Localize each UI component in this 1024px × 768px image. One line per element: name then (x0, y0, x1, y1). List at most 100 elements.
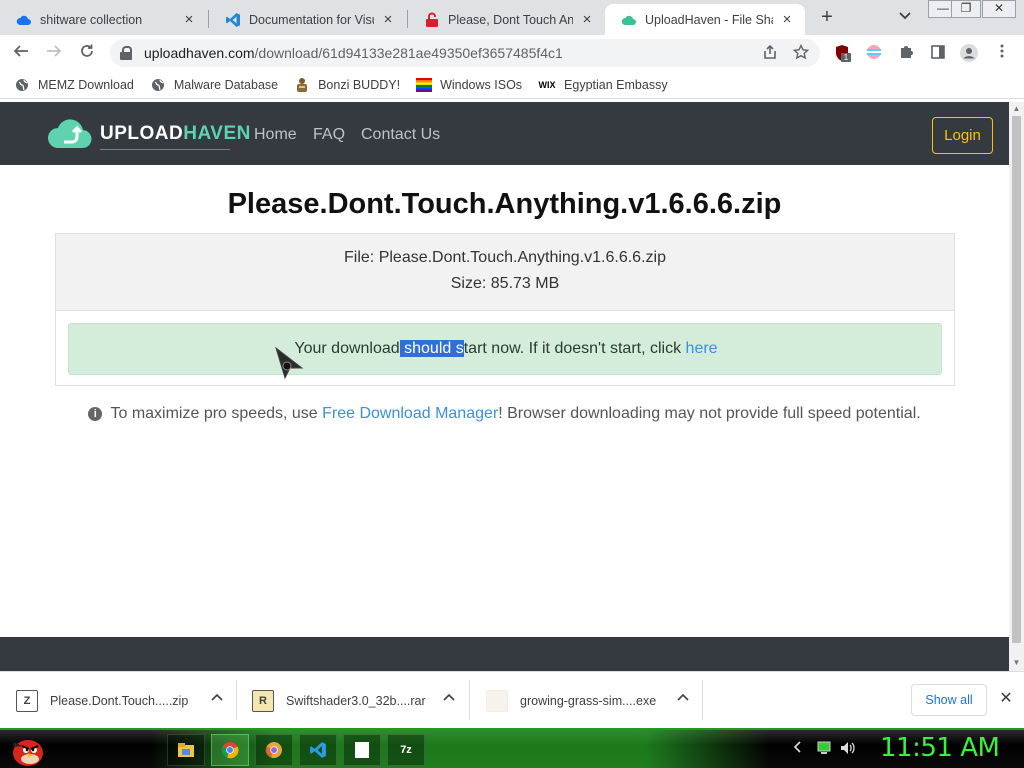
file-explorer-icon[interactable] (167, 734, 205, 766)
back-arrow-icon[interactable] (10, 42, 32, 64)
globe-icon (14, 77, 30, 93)
download-here-link[interactable]: here (686, 340, 718, 357)
scroll-down-arrow-icon[interactable]: ▼ (1012, 658, 1021, 668)
close-icon[interactable]: × (779, 11, 795, 28)
tab-title: Please, Dont Touch Anyth (448, 12, 573, 27)
cloud-green-icon (621, 12, 637, 28)
new-tab-button[interactable]: + (816, 7, 838, 29)
volume-icon[interactable] (840, 741, 856, 757)
download-alert-text: Your download should start now. If it do… (69, 340, 943, 358)
windows-flag-icon (416, 77, 433, 93)
close-icon[interactable]: × (380, 11, 396, 28)
file-info-header: File: Please.Dont.Touch.Anything.v1.6.6.… (56, 234, 954, 311)
side-panel-icon[interactable] (929, 44, 947, 62)
bookmark-label: Bonzi BUDDY! (318, 77, 401, 92)
bookmark-windows-isos[interactable]: Windows ISOs (416, 77, 522, 93)
cloud-icon (16, 12, 32, 28)
lock-red-icon (424, 12, 440, 28)
lock-icon[interactable] (120, 46, 132, 60)
show-all-button[interactable]: Show all (911, 684, 987, 716)
vscode-icon[interactable] (299, 734, 337, 766)
info-circle-icon: i (88, 407, 103, 421)
exe-file-icon (486, 689, 508, 712)
page-title: Please.Dont.Touch.Anything.v1.6.6.6.zip (227, 188, 782, 220)
chrome-canary-icon[interactable] (255, 734, 293, 766)
start-button-angry-bird-icon[interactable] (8, 732, 46, 768)
share-icon[interactable] (761, 44, 779, 62)
nav-contact-us[interactable]: Contact Us (361, 126, 440, 144)
uploadhaven-logo[interactable]: UPLOADHAVEN (46, 113, 250, 153)
download-shelf: Z Please.Dont.Touch.....zip R Swiftshade… (0, 671, 1024, 728)
selected-text-highlight: should s (399, 340, 464, 357)
logo-cloud-icon (46, 115, 94, 151)
browser-toolbar: uploadhaven.com/download/61d94133e281ae4… (0, 35, 1024, 71)
tab-uploadhaven[interactable]: UploadHaven - File Sharin × (605, 4, 805, 35)
site-navbar: UPLOADHAVEN Home FAQ Contact Us Login (0, 102, 1009, 165)
notice-text-end: ! Browser downloading may not provide fu… (498, 405, 921, 422)
menu-kebab-icon[interactable] (993, 44, 1011, 62)
close-icon[interactable]: × (579, 11, 595, 28)
logo-underline (100, 149, 230, 150)
bookmark-memz[interactable]: MEMZ Download (14, 77, 134, 93)
bookmark-malware-database[interactable]: Malware Database (150, 77, 278, 93)
logo-haven-text: HAVEN (183, 122, 251, 144)
7zip-icon[interactable]: 7z (387, 734, 425, 766)
scrollbar-thumb[interactable] (1012, 116, 1021, 643)
bookmark-label: Egyptian Embassy (564, 77, 668, 92)
login-button[interactable]: Login (932, 117, 993, 154)
close-icon[interactable]: ✕ (998, 691, 1014, 707)
forward-arrow-icon[interactable] (43, 42, 65, 64)
nav-faq[interactable]: FAQ (313, 126, 345, 144)
reload-icon[interactable] (76, 42, 98, 64)
tab-documentation[interactable]: Documentation for Visual × (209, 4, 406, 35)
scroll-up-arrow-icon[interactable]: ▲ (1012, 104, 1021, 114)
profile-avatar-icon[interactable] (960, 44, 978, 62)
download-divider (469, 680, 470, 720)
tab-shitware-collection[interactable]: shitware collection × (0, 4, 207, 35)
tab-title: shitware collection (40, 12, 143, 27)
alert-text-end: tart now. If it doesn't start, click (463, 340, 686, 357)
logo-wordmark: UPLOADHAVEN (100, 124, 251, 143)
tab-search-button[interactable] (896, 9, 914, 27)
chevron-up-icon[interactable] (676, 692, 690, 706)
bookmarks-bar: MEMZ Download Malware Database Bonzi BUD… (0, 71, 1024, 99)
chrome-icon[interactable] (211, 734, 249, 766)
tab-title: Documentation for Visual (249, 12, 374, 27)
notepad-icon[interactable] (343, 734, 381, 766)
chevron-up-icon[interactable] (442, 692, 456, 706)
download-item-rar[interactable]: R Swiftshader3.0_32b....rar (252, 672, 468, 729)
tab-strip: shitware collection × Documentation for … (0, 0, 1024, 35)
taskbar-clock[interactable]: 11:51 AM (880, 733, 1000, 763)
url-path: /download/61d94133e281ae49350ef3657485f4… (254, 45, 563, 61)
download-filename: growing-grass-sim....exe (520, 693, 657, 708)
restore-button[interactable]: ❐ (951, 0, 981, 18)
file-name-line: File: Please.Dont.Touch.Anything.v1.6.6.… (344, 249, 666, 266)
download-item-exe[interactable]: growing-grass-sim....exe (486, 672, 702, 729)
logo-upload-text: UPLOAD (100, 122, 184, 144)
page-scrollbar[interactable]: ▲ ▼ (1009, 102, 1024, 671)
network-icon[interactable] (816, 741, 832, 757)
tray-chevron-icon[interactable] (790, 741, 806, 757)
vscode-icon (225, 12, 241, 28)
extension-badge: 1 (841, 53, 851, 62)
close-icon[interactable]: × (181, 11, 197, 28)
url-host: uploadhaven.com (144, 45, 255, 61)
ublock-extension-icon[interactable]: 1 (833, 44, 851, 62)
bookmark-bonzi-buddy[interactable]: Bonzi BUDDY! (294, 77, 400, 93)
download-item-zip[interactable]: Z Please.Dont.Touch.....zip (16, 672, 236, 729)
tab-please-dont-touch[interactable]: Please, Dont Touch Anyth × (408, 4, 605, 35)
zip-file-icon: Z (16, 689, 38, 712)
chevron-up-icon[interactable] (210, 692, 224, 706)
trans-flag-extension-icon[interactable] (865, 44, 883, 62)
bookmark-star-icon[interactable] (792, 43, 810, 62)
download-filename: Please.Dont.Touch.....zip (50, 693, 189, 708)
taskbar: 7z 11:51 AM (0, 728, 1024, 768)
bonzi-icon (294, 77, 310, 93)
extensions-puzzle-icon[interactable] (897, 44, 915, 62)
download-card: File: Please.Dont.Touch.Anything.v1.6.6.… (55, 233, 955, 386)
window-close-button[interactable]: ✕ (982, 0, 1016, 18)
free-download-manager-link[interactable]: Free Download Manager (322, 405, 498, 422)
nav-home[interactable]: Home (254, 126, 297, 144)
bookmark-egyptian-embassy[interactable]: WIX Egyptian Embassy (538, 77, 668, 93)
address-bar[interactable]: uploadhaven.com/download/61d94133e281ae4… (110, 39, 820, 67)
